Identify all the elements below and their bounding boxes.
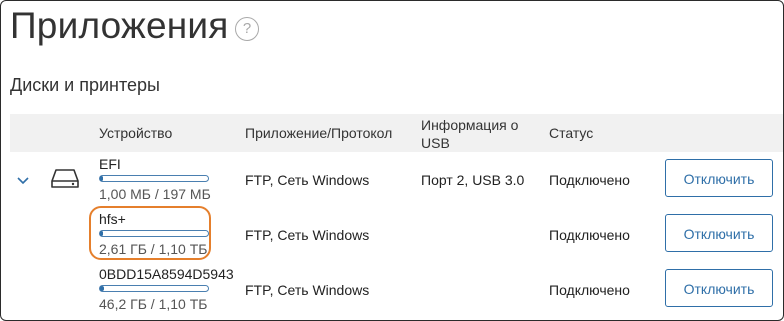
device-size: 46,2 ГБ / 1,10 ТБ bbox=[99, 296, 208, 312]
header-status: Статус bbox=[549, 125, 594, 141]
highlight-annotation bbox=[89, 206, 211, 260]
device-app: FTP, Сеть Windows bbox=[245, 282, 370, 298]
hard-drive-icon bbox=[50, 167, 80, 191]
header-app: Приложение/Протокол bbox=[245, 125, 393, 141]
disconnect-button[interactable]: Отключить bbox=[665, 214, 773, 252]
page-title: Приложения bbox=[10, 5, 229, 46]
device-usb-info: Порт 2, USB 3.0 bbox=[421, 172, 525, 188]
device-name: EFI bbox=[99, 156, 121, 172]
section-title: Диски и принтеры bbox=[10, 75, 160, 95]
header-device: Устройство bbox=[99, 125, 173, 141]
usage-bar-fill bbox=[100, 176, 103, 181]
table-header: Устройство Приложение/Протокол Информаци… bbox=[10, 114, 783, 152]
usage-bar bbox=[99, 175, 209, 182]
device-status: Подключено bbox=[549, 227, 630, 243]
device-status: Подключено bbox=[549, 282, 630, 298]
usage-bar-fill bbox=[100, 286, 105, 291]
header-usb: Информация о USB bbox=[421, 117, 519, 151]
table-row: 0BDD15A8594D5943 46,2 ГБ / 1,10 ТБ FTP, … bbox=[10, 263, 783, 318]
app-window: Приложения ? Диски и принтеры Устройство… bbox=[0, 0, 784, 321]
device-size: 1,00 МБ / 197 МБ bbox=[99, 186, 211, 202]
disconnect-button[interactable]: Отключить bbox=[665, 159, 773, 197]
usage-bar bbox=[99, 285, 209, 292]
device-app: FTP, Сеть Windows bbox=[245, 172, 370, 188]
device-name: 0BDD15A8594D5943 bbox=[99, 266, 234, 282]
device-status: Подключено bbox=[549, 172, 630, 188]
chevron-down-icon[interactable] bbox=[16, 173, 30, 185]
help-icon[interactable]: ? bbox=[235, 17, 259, 41]
disconnect-button[interactable]: Отключить bbox=[665, 269, 773, 307]
device-app: FTP, Сеть Windows bbox=[245, 227, 370, 243]
table-row: EFI 1,00 МБ / 197 МБ FTP, Сеть Windows П… bbox=[10, 153, 783, 208]
